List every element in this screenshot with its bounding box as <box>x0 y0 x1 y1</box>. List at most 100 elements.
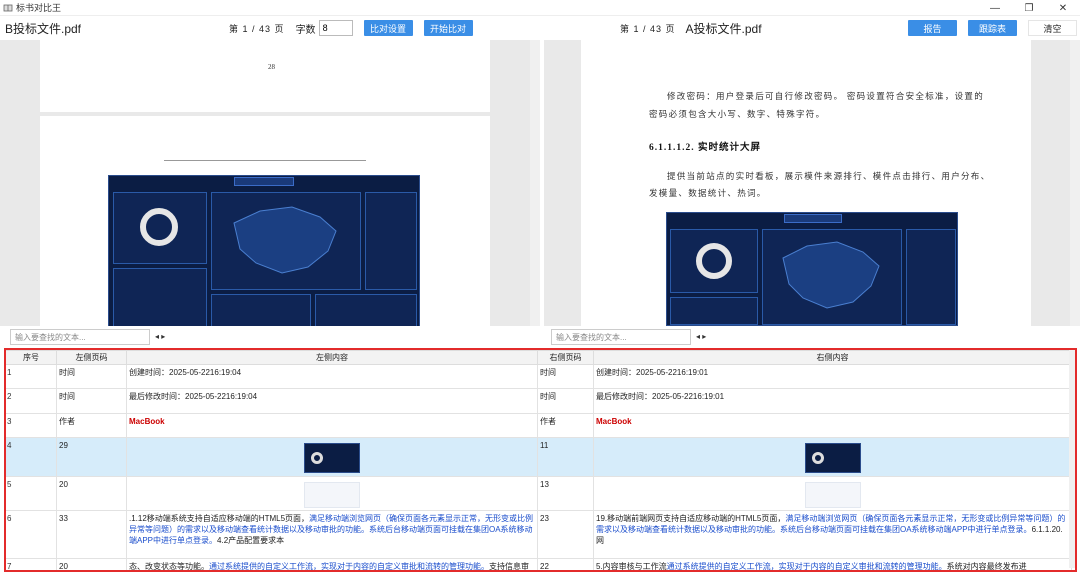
right-content-cell <box>593 476 1072 511</box>
left-dash-panel <box>113 192 207 264</box>
right-file-name: A投标文件.pdf <box>685 21 762 36</box>
left-dash-panel <box>113 268 207 326</box>
minimize-button[interactable]: — <box>978 0 1012 16</box>
right-pdf-viewer[interactable]: 修改密码：用户登录后可自行修改密码。 密码设置符合安全标准，设置的 密码必须包含… <box>544 40 1080 326</box>
left-page-cell: 时间 <box>56 364 127 389</box>
table-row[interactable]: 1 时间 创建时间：2025-05-2216:19:04 时间 创建时间：202… <box>5 364 1072 389</box>
matched-text: 通过系统提供的自定义工作流，实现对于内容的自定义审批和流转的管理功能。 <box>209 562 489 570</box>
right-dash-panel <box>670 229 758 293</box>
right-doc-heading: 6.1.1.1.2. 实时统计大屏 <box>649 143 762 153</box>
unmatched-text: 系统对内容最终发布进 <box>946 562 1027 570</box>
row-index: 3 <box>5 413 57 438</box>
left-dash-panel <box>211 294 311 326</box>
right-image-thumbnail[interactable] <box>804 443 861 473</box>
left-page-cell: 作者 <box>56 413 127 438</box>
right-page-cell: 22 <box>537 558 594 570</box>
right-donut-chart <box>696 243 732 279</box>
left-search-arrows[interactable]: ◂ ▸ <box>155 332 165 341</box>
right-scrollbar[interactable] <box>1070 40 1080 326</box>
left-page-info: 第 1 / 43 页 <box>229 23 285 34</box>
app-logo-icon <box>3 3 13 13</box>
col-header-left-page[interactable]: 左侧页码 <box>56 350 127 365</box>
char-count-input[interactable] <box>318 20 353 36</box>
right-dash-panel <box>670 297 758 325</box>
left-content-cell: 创建时间：2025-05-2216:19:04 <box>126 364 538 389</box>
left-page-cell: 20 <box>56 558 127 570</box>
table-row[interactable]: 6 33 .1.12移动端系统支持自适应移动端的HTML5页面，满足移动端浏览网… <box>5 510 1072 559</box>
left-donut-chart <box>140 208 178 246</box>
right-search-arrows[interactable]: ◂ ▸ <box>696 332 706 341</box>
unmatched-text: 态、改变状态等功能。 <box>129 562 209 570</box>
right-page-cell: 23 <box>537 510 594 559</box>
title-bar: 标书对比王 — ❐ ✕ <box>0 0 1080 16</box>
right-page-cell: 时间 <box>537 364 594 389</box>
left-page-number: 28 <box>268 63 275 71</box>
left-dash-panel <box>315 294 417 326</box>
unmatched-text: 4.2产品配置要求本 <box>217 536 285 545</box>
right-content-cell: 5.内容审核与工作流通过系统提供的自定义工作流，实现对于内容的自定义审批和流转的… <box>593 558 1072 570</box>
report-button[interactable]: 报告 <box>908 20 957 36</box>
left-dash-panel <box>365 192 417 290</box>
left-map-icon <box>233 206 337 274</box>
left-dashboard-image <box>108 175 420 326</box>
right-image-thumbnail[interactable] <box>804 482 861 508</box>
compare-settings-button[interactable]: 比对设置 <box>363 20 413 36</box>
left-image-thumbnail[interactable] <box>304 443 360 473</box>
right-pdf-page: 修改密码：用户登录后可自行修改密码。 密码设置符合安全标准，设置的 密码必须包含… <box>581 40 1031 326</box>
left-content-cell: 态、改变状态等功能。通过系统提供的自定义工作流，实现对于内容的自定义审批和流转的… <box>126 558 538 570</box>
clear-button[interactable]: 清空 <box>1028 20 1077 36</box>
left-content-cell: MacBook <box>126 413 538 438</box>
left-content-cell <box>126 437 538 477</box>
right-doc-text: 提供当前站点的实时看板，展示模件来源排行、模件点击排行、用户分布、 <box>667 171 991 181</box>
table-scrollbar[interactable] <box>1069 350 1077 568</box>
start-compare-button[interactable]: 开始比对 <box>423 20 473 36</box>
right-search-input[interactable]: 输入要查找的文本... <box>551 329 691 345</box>
row-index: 5 <box>5 476 57 511</box>
left-image-thumbnail[interactable] <box>304 482 360 508</box>
right-page-info: 第 1 / 43 页 <box>620 23 676 34</box>
left-content-cell: .1.12移动端系统支持自适应移动端的HTML5页面，满足移动端浏览网页（确保页… <box>126 510 538 559</box>
col-header-left-content[interactable]: 左侧内容 <box>126 350 538 365</box>
maximize-button[interactable]: ❐ <box>1012 0 1046 16</box>
right-dashboard-header <box>784 214 842 223</box>
right-page-cell: 时间 <box>537 388 594 414</box>
close-icon: ✕ <box>1058 2 1068 14</box>
right-page-cell: 13 <box>537 476 594 511</box>
left-content-cell: 最后修改时间：2025-05-2216:19:04 <box>126 388 538 414</box>
right-page-cell: 作者 <box>537 413 594 438</box>
col-header-right-content[interactable]: 右侧内容 <box>593 350 1072 365</box>
row-index: 7 <box>5 558 57 570</box>
row-index: 1 <box>5 364 57 389</box>
left-scrollbar[interactable] <box>530 40 540 326</box>
table-row[interactable]: 7 20 态、改变状态等功能。通过系统提供的自定义工作流，实现对于内容的自定义审… <box>5 558 1072 570</box>
right-doc-text: 发模量、数据统计、热词。 <box>649 188 767 198</box>
col-header-right-page[interactable]: 右侧页码 <box>537 350 594 365</box>
col-header-index[interactable]: 序号 <box>5 350 57 365</box>
close-button[interactable]: ✕ <box>1046 0 1080 16</box>
left-search-input[interactable]: 输入要查找的文本... <box>10 329 150 345</box>
left-page-cell: 时间 <box>56 388 127 414</box>
window-title: 标书对比王 <box>16 3 62 13</box>
right-doc-text: 修改密码：用户登录后可自行修改密码。 密码设置符合安全标准，设置的 <box>667 91 985 101</box>
right-dash-map <box>762 229 902 325</box>
unmatched-text: 5.内容审核与工作流 <box>596 562 667 570</box>
table-row[interactable]: 2 时间 最后修改时间：2025-05-2216:19:04 时间 最后修改时间… <box>5 388 1072 414</box>
table-row[interactable]: 5 20 13 <box>5 476 1072 511</box>
left-dashboard-header <box>234 177 294 186</box>
left-toolbar: B投标文件.pdf 第 1 / 43 页 字数 比对设置 开始比对 <box>5 17 525 39</box>
left-file-name: B投标文件.pdf <box>5 21 82 36</box>
row-index: 4 <box>5 437 57 477</box>
left-dash-map <box>211 192 361 290</box>
right-doc-text: 密码必须包含大小写、数字、特殊字符。 <box>649 109 826 119</box>
tracking-table-button[interactable]: 跟踪表 <box>968 20 1017 36</box>
table-row-selected[interactable]: 4 29 11 <box>5 437 1072 477</box>
right-page-cell: 11 <box>537 437 594 477</box>
unmatched-text: .1.12移动端系统支持自适应移动端的HTML5页面， <box>129 514 310 523</box>
maximize-icon: ❐ <box>1024 2 1034 14</box>
unmatched-text: 19.移动端前端网页支持自适应移动端的HTML5页面， <box>596 514 786 523</box>
left-pdf-viewer[interactable]: 28 <box>0 40 540 326</box>
matched-text: 通过系统提供的自定义工作流，实现对于内容的自定义审批和流转的管理功能。 <box>666 562 947 570</box>
right-content-cell <box>593 437 1072 477</box>
table-row[interactable]: 3 作者 MacBook 作者 MacBook <box>5 413 1072 438</box>
left-page-cell: 20 <box>56 476 127 511</box>
